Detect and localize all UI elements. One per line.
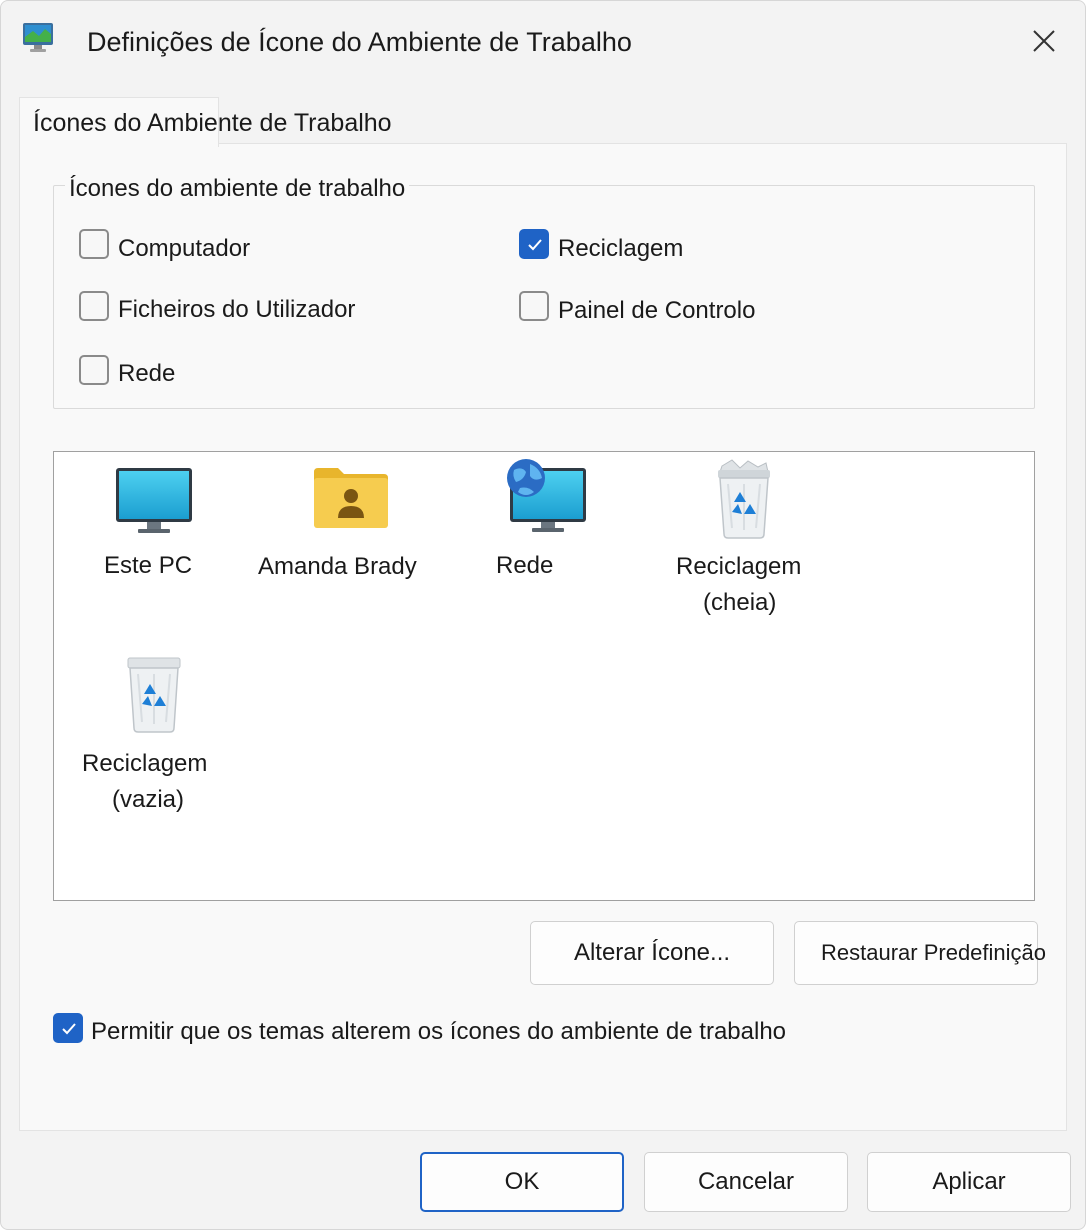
recycle-bin-empty-icon	[127, 657, 181, 733]
close-button[interactable]	[1019, 19, 1069, 63]
checkbox-label-ficheiros-utilizador: Ficheiros do Utilizador	[118, 296, 356, 323]
checkbox-reciclagem[interactable]	[519, 229, 549, 259]
change-icon-label: Alterar Ícone...	[573, 939, 731, 966]
checkbox-computador[interactable]	[79, 229, 109, 259]
checkbox-painel-controlo[interactable]	[519, 291, 549, 321]
close-icon	[1033, 30, 1055, 52]
checkbox-label-painel-controlo: Painel de Controlo	[558, 297, 756, 324]
checkbox-ficheiros-utilizador[interactable]	[79, 291, 109, 321]
recycle-bin-full-icon	[718, 459, 770, 539]
window-title: Definições de Ícone do Ambiente de Traba…	[87, 27, 632, 57]
checkbox-rede[interactable]	[79, 355, 109, 385]
icon-label2-reciclagem-vazia: (vazia)	[112, 786, 185, 813]
ok-label: OK	[504, 1168, 540, 1195]
monitor-icon	[116, 468, 192, 533]
ok-button[interactable]: OK	[420, 1152, 624, 1212]
icon-label-reciclagem-cheia: Reciclagem	[676, 553, 802, 580]
checkmark-icon	[62, 1023, 76, 1035]
icon-label2-reciclagem-cheia: (cheia)	[703, 589, 777, 616]
icon-label-amanda-brady: Amanda Brady	[258, 553, 417, 580]
dialog-window: Definições de Ícone do Ambiente de Traba…	[0, 0, 1086, 1230]
icon-label-este-pc: Este PC	[104, 552, 193, 579]
user-folder-icon	[314, 468, 388, 528]
desktop-settings-icon	[21, 19, 57, 55]
network-globe-icon	[507, 459, 586, 532]
tab-label: Ícones do Ambiente de Trabalho	[33, 109, 392, 137]
cancel-button[interactable]: Cancelar	[644, 1152, 848, 1212]
restore-default-button[interactable]: Restaurar Predefinição	[794, 921, 1046, 985]
checkmark-icon	[528, 239, 542, 251]
icon-label-rede: Rede	[496, 552, 554, 579]
checkbox-label-computador: Computador	[118, 235, 251, 262]
title-bar: Definições de Ícone do Ambiente de Traba…	[1, 1, 1085, 85]
allow-themes-label: Permitir que os temas alterem os ícones …	[91, 1018, 787, 1045]
change-icon-button[interactable]: Alterar Ícone...	[530, 921, 774, 985]
checkbox-label-rede: Rede	[118, 360, 176, 387]
apply-button[interactable]: Aplicar	[867, 1152, 1071, 1212]
allow-themes-checkbox[interactable]	[53, 1013, 83, 1043]
groupbox-label: Ícones do ambiente de trabalho	[65, 175, 410, 203]
cancel-label: Cancelar	[697, 1168, 795, 1195]
checkbox-label-reciclagem: Reciclagem	[558, 235, 684, 262]
icon-list[interactable]: Este PC Amanda Brady Rede Reciclagem (ch…	[53, 451, 1035, 901]
icon-label-reciclagem-vazia: Reciclagem	[82, 750, 208, 777]
apply-label: Aplicar	[932, 1168, 1006, 1195]
restore-default-label: Restaurar Predefinição	[821, 940, 1047, 965]
